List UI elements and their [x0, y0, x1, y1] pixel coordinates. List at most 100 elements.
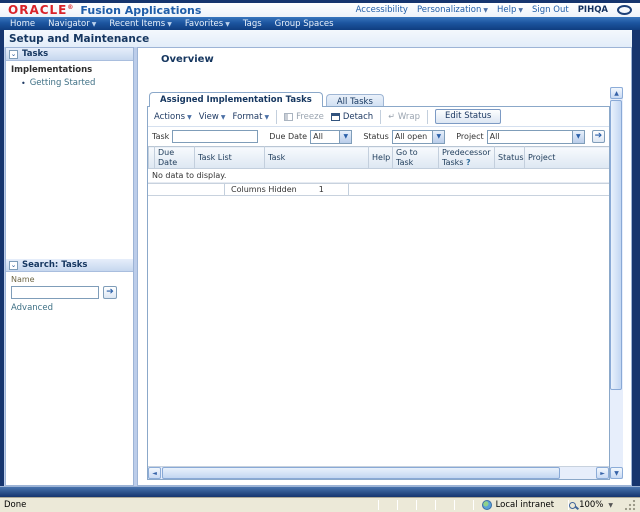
- chevron-down-icon: ▼: [225, 20, 230, 28]
- top-banner: ORACLE® Fusion Applications Accessibilit…: [0, 3, 640, 17]
- statusbar-separator: [472, 500, 474, 510]
- project-select[interactable]: All ▼: [486, 129, 585, 144]
- tasks-table-region: Actions ▼ View ▼ Format ▼ Freeze Detach ↵ Wr…: [147, 106, 610, 480]
- app-window: ORACLE® Fusion Applications Accessibilit…: [0, 0, 640, 512]
- filter-go-button[interactable]: ➔: [591, 130, 605, 143]
- horizontal-scroll-thumb[interactable]: [162, 467, 560, 479]
- col-go-to-task[interactable]: Go to Task: [392, 146, 439, 169]
- personalization-menu[interactable]: Personalization ▼: [417, 5, 488, 15]
- help-menu[interactable]: Help ▼: [497, 5, 523, 15]
- globe-icon: [481, 500, 492, 510]
- statusbar-separator: [396, 500, 398, 510]
- nav-favorites[interactable]: Favorites ▼: [185, 19, 230, 29]
- security-zone: Local intranet: [481, 500, 555, 510]
- tasks-panel-content: Implementations • Getting Started: [6, 61, 133, 259]
- page-title: Setup and Maintenance: [9, 32, 150, 45]
- collapse-icon[interactable]: ⌄: [9, 260, 18, 270]
- scroll-left-icon[interactable]: ◄: [148, 467, 161, 479]
- col-project[interactable]: Project: [524, 146, 609, 169]
- sign-out-link[interactable]: Sign Out: [532, 5, 569, 15]
- format-menu[interactable]: Format ▼: [232, 112, 269, 122]
- main-panel: Overview Assigned Implementation Tasks A…: [137, 47, 632, 486]
- chevron-down-icon: ▼: [91, 20, 97, 28]
- logged-in-user: PIHQA: [577, 5, 608, 15]
- nav-navigator[interactable]: Navigator ▼: [48, 19, 96, 29]
- name-field-label: Name: [11, 275, 35, 284]
- workarea: ⌄ Tasks Implementations • Getting Starte…: [4, 47, 632, 486]
- advanced-search-link[interactable]: Advanced: [11, 303, 128, 313]
- nav-tags[interactable]: Tags: [243, 19, 262, 29]
- page-title-bar: Setup and Maintenance: [4, 30, 632, 47]
- tasks-table: Due Date Task List Task Help Go to Task …: [148, 146, 609, 169]
- empty-table-message: No data to display.: [148, 169, 609, 183]
- columns-hidden-count: 1: [318, 185, 324, 194]
- freeze-button: Freeze: [284, 112, 324, 122]
- status-text: Done: [4, 500, 27, 510]
- chevron-down-icon: ▼: [571, 130, 584, 143]
- col-predecessor-tasks[interactable]: Predecessor Tasks ?: [438, 146, 495, 169]
- toolbar-separator: [276, 109, 278, 124]
- table-toolbar: Actions ▼ View ▼ Format ▼ Freeze Detach ↵ Wr…: [148, 107, 609, 127]
- collapse-icon[interactable]: ⌄: [9, 49, 18, 59]
- task-filter-label: Task: [152, 132, 170, 141]
- nav-home[interactable]: Home: [10, 19, 35, 29]
- edit-status-button[interactable]: Edit Status: [435, 109, 502, 124]
- resize-grip[interactable]: [625, 499, 636, 511]
- statusbar-separator: [434, 500, 436, 510]
- due-date-filter-label: Due Date: [269, 132, 308, 141]
- chevron-down-icon: ▼: [264, 113, 270, 121]
- due-date-select[interactable]: All ▼: [310, 129, 353, 144]
- bullet-icon: •: [21, 78, 26, 88]
- footer-separator: [224, 184, 225, 195]
- nav-recent-items[interactable]: Recent Items ▼: [109, 19, 171, 29]
- view-menu[interactable]: View ▼: [199, 112, 226, 122]
- getting-started-link[interactable]: Getting Started: [30, 78, 96, 88]
- horizontal-scroll-track[interactable]: [560, 467, 596, 479]
- chevron-down-icon: ▼: [518, 7, 524, 14]
- zoom-control[interactable]: 100% ▼: [569, 500, 613, 510]
- search-panel-header[interactable]: ⌄ Search: Tasks: [6, 259, 133, 272]
- actions-menu[interactable]: Actions ▼: [154, 112, 192, 122]
- tasks-panel-header[interactable]: ⌄ Tasks: [6, 48, 133, 61]
- chevron-down-icon: ▼: [339, 130, 352, 143]
- col-due-date[interactable]: Due Date: [154, 146, 195, 169]
- task-filter-input[interactable]: [172, 130, 259, 143]
- nav-group-spaces[interactable]: Group Spaces: [275, 19, 334, 29]
- col-help[interactable]: Help: [368, 146, 393, 169]
- tasks-panel-title: Tasks: [22, 49, 49, 59]
- help-question-icon[interactable]: ?: [466, 158, 471, 167]
- chevron-down-icon: ▼: [608, 501, 613, 509]
- vertical-scroll-thumb[interactable]: [610, 100, 622, 390]
- scroll-up-icon[interactable]: ▲: [610, 87, 623, 99]
- search-panel-title: Search: Tasks: [22, 260, 88, 270]
- statusbar-separator: [453, 500, 455, 510]
- left-accordion-panel: ⌄ Tasks Implementations • Getting Starte…: [5, 47, 134, 486]
- search-go-button[interactable]: ➔: [103, 286, 117, 299]
- wrap-icon: ↵: [388, 112, 395, 121]
- scroll-down-icon[interactable]: ▼: [610, 467, 623, 479]
- tab-assigned-implementation-tasks[interactable]: Assigned Implementation Tasks: [149, 92, 323, 107]
- status-bar: Done Local intranet 100% ▼: [0, 497, 640, 512]
- scroll-right-icon[interactable]: ►: [596, 467, 609, 479]
- col-task[interactable]: Task: [264, 146, 369, 169]
- vertical-scrollbar[interactable]: ▲ ▼: [610, 87, 623, 479]
- magnifier-icon: [569, 501, 577, 509]
- search-name-input[interactable]: [11, 286, 99, 299]
- accessibility-link[interactable]: Accessibility: [356, 5, 408, 15]
- table-scroll-viewport: Due Date Task List Task Help Go to Task …: [148, 146, 609, 169]
- implementations-group-label: Implementations: [11, 65, 93, 75]
- wrap-button: ↵ Wrap: [388, 111, 421, 122]
- horizontal-scrollbar[interactable]: ◄ ►: [148, 466, 609, 479]
- product-title: Fusion Applications: [80, 3, 202, 17]
- columns-hidden-label: Columns Hidden: [231, 185, 297, 194]
- freeze-icon: [284, 112, 294, 121]
- window-bottom-chrome: [0, 486, 640, 497]
- status-select[interactable]: All open ▼: [391, 129, 446, 144]
- col-status[interactable]: Status: [494, 146, 525, 169]
- chevron-down-icon: ▼: [167, 20, 172, 28]
- col-task-list[interactable]: Task List: [194, 146, 265, 169]
- zone-label: Local intranet: [495, 500, 555, 510]
- search-panel-content: Name ➔ Advanced: [6, 272, 133, 485]
- overview-heading: Overview: [161, 54, 214, 65]
- detach-button[interactable]: Detach: [330, 112, 373, 122]
